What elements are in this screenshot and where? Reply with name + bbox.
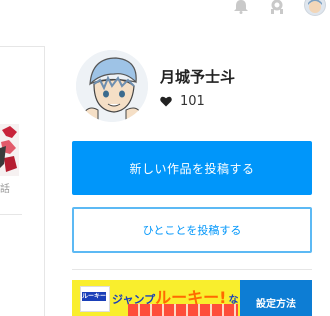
left-divider xyxy=(0,46,44,47)
post-work-button-label: 新しい作品を投稿する xyxy=(129,161,255,176)
top-header xyxy=(0,0,330,18)
left-divider-bottom xyxy=(0,214,22,215)
post-note-button[interactable]: ひとことを投稿する xyxy=(72,207,312,253)
profile-avatar-image xyxy=(76,50,148,122)
bell-icon[interactable] xyxy=(233,0,249,14)
page: 話 月城予士斗 101 新しい作品を投稿する ひとことを投稿する ルーキー ジャ… xyxy=(0,0,330,316)
column-divider xyxy=(44,46,45,316)
work-caption[interactable]: 話 xyxy=(0,180,20,195)
promo-banner[interactable]: ルーキー ジャンプルーキー! なら 設定方法 xyxy=(72,280,312,316)
like-count: 101 xyxy=(180,93,205,109)
heart-icon xyxy=(160,96,172,106)
banner-subtext-graphic xyxy=(128,304,238,316)
post-work-button[interactable]: 新しい作品を投稿する xyxy=(72,141,312,195)
banner-logo-text: ルーキー xyxy=(82,292,107,301)
profile-avatar[interactable] xyxy=(76,50,148,122)
profile-username[interactable]: 月城予士斗 xyxy=(160,66,235,87)
gear-icon[interactable] xyxy=(268,0,286,14)
post-note-button-label: ひとことを投稿する xyxy=(142,224,242,237)
banner-side-label: 設定方法 xyxy=(240,280,312,316)
user-avatar[interactable] xyxy=(304,0,326,16)
section-divider xyxy=(72,269,312,270)
thumbnail-image xyxy=(0,124,19,176)
avatar-image xyxy=(308,0,322,13)
likes-row: 101 xyxy=(160,93,205,109)
work-thumbnail[interactable] xyxy=(0,124,19,176)
